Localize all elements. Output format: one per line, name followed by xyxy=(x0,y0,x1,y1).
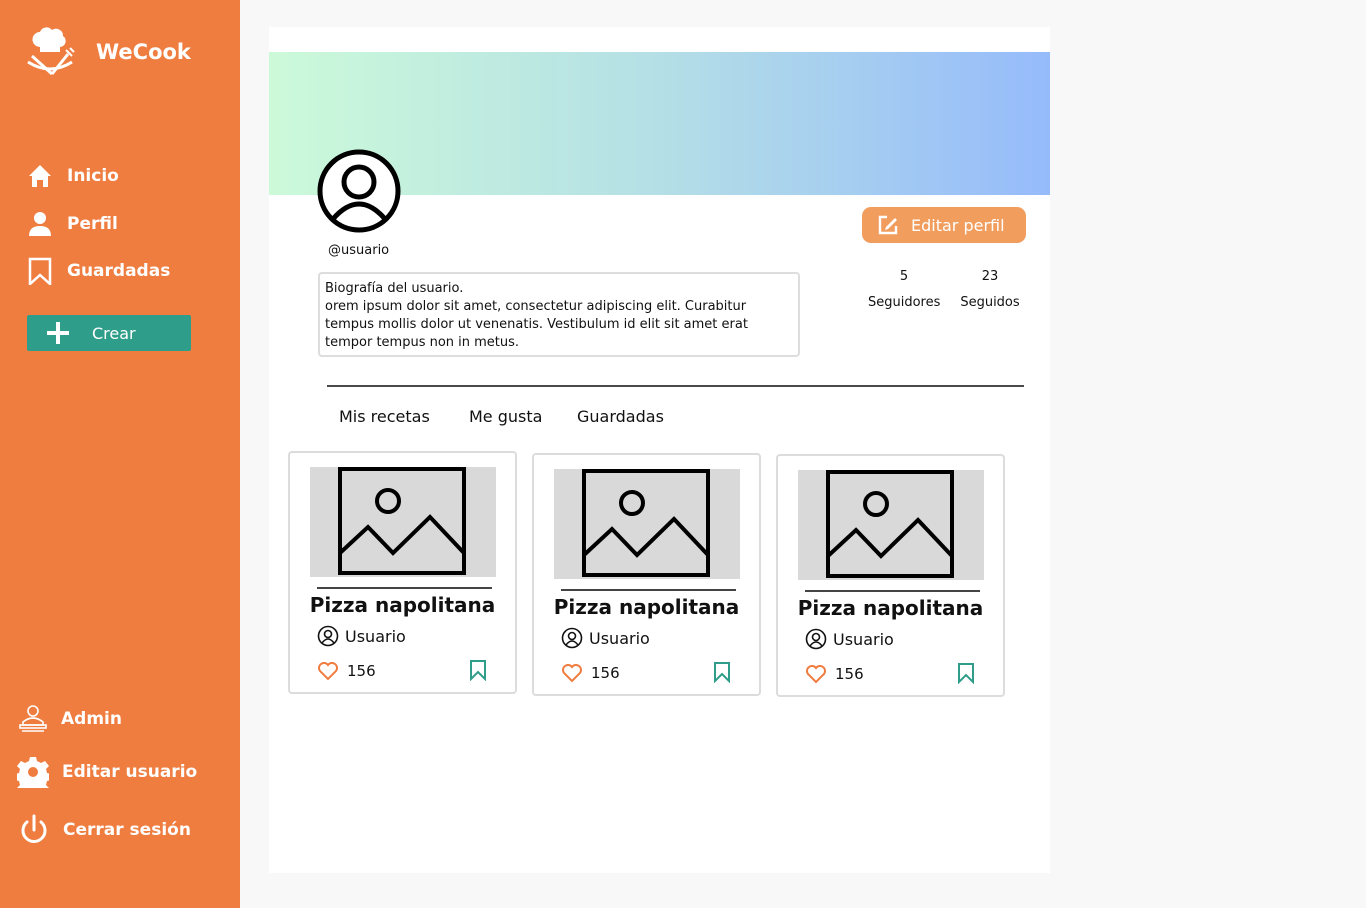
brand-logo[interactable]: WeCook xyxy=(24,26,191,78)
edit-profile-label: Editar perfil xyxy=(911,215,1005,235)
recipe-author-name: Usuario xyxy=(833,629,894,649)
chef-hat-utensils-icon xyxy=(27,27,75,76)
nav-item-logout[interactable]: Cerrar sesión xyxy=(18,814,191,846)
recipe-card[interactable]: Pizza napolitana Usuario 156 xyxy=(776,454,1005,697)
recipe-card[interactable]: Pizza napolitana Usuario 156 xyxy=(288,451,517,694)
user-circle-icon xyxy=(805,628,827,650)
card-divider xyxy=(561,589,736,591)
like-count: 156 xyxy=(835,665,864,683)
following-stat[interactable]: 23 Seguidos xyxy=(957,269,1023,310)
recipe-image xyxy=(554,469,740,579)
nav-label-admin: Admin xyxy=(61,709,122,729)
bookmark-icon[interactable] xyxy=(468,659,488,681)
card-divider xyxy=(805,590,980,592)
recipe-author[interactable]: Usuario xyxy=(561,627,650,649)
tab-likes[interactable]: Me gusta xyxy=(469,407,542,426)
following-label: Seguidos xyxy=(960,295,1020,310)
bookmark-icon xyxy=(28,257,52,285)
user-circle-icon xyxy=(317,625,339,647)
edit-icon xyxy=(878,215,898,235)
nav-item-edit-user[interactable]: Editar usuario xyxy=(17,756,197,788)
recipe-author[interactable]: Usuario xyxy=(317,625,406,647)
create-button-label: Crear xyxy=(92,323,136,343)
tabs-divider xyxy=(327,385,1024,387)
bio-text: orem ipsum dolor sit amet, consectetur a… xyxy=(325,299,748,350)
nav-label-home: Inicio xyxy=(67,166,119,186)
tab-saved[interactable]: Guardadas xyxy=(577,407,664,426)
followers-label: Seguidores xyxy=(868,295,941,310)
recipe-title: Pizza napolitana xyxy=(309,593,496,617)
followers-stat[interactable]: 5 Seguidores xyxy=(868,269,940,310)
nav-label-logout: Cerrar sesión xyxy=(63,820,191,840)
recipe-image xyxy=(310,467,496,577)
brand-name: WeCook xyxy=(96,40,191,64)
bookmark-icon[interactable] xyxy=(956,662,976,684)
sidebar: WeCook Inicio Perfil Guardadas Crear Adm… xyxy=(0,0,240,908)
recipe-author-name: Usuario xyxy=(345,626,406,646)
chef-admin-icon xyxy=(19,705,47,732)
following-count: 23 xyxy=(981,269,999,284)
recipe-author-name: Usuario xyxy=(589,628,650,648)
nav-label-saved: Guardadas xyxy=(67,261,171,281)
user-icon xyxy=(29,212,51,236)
followers-count: 5 xyxy=(899,269,909,284)
nav-item-home[interactable]: Inicio xyxy=(26,162,119,190)
like-button[interactable]: 156 xyxy=(561,662,620,684)
image-placeholder-icon xyxy=(338,467,466,575)
recipe-author[interactable]: Usuario xyxy=(805,628,894,650)
image-placeholder-icon xyxy=(826,470,954,578)
power-icon xyxy=(21,814,47,843)
like-button[interactable]: 156 xyxy=(317,660,376,682)
edit-profile-button[interactable]: Editar perfil xyxy=(862,207,1026,243)
bio-box: Biografía del usuario. orem ipsum dolor … xyxy=(318,272,800,357)
gear-icon xyxy=(17,757,49,788)
user-circle-icon xyxy=(561,627,583,649)
create-button[interactable]: Crear xyxy=(27,315,191,351)
recipe-card[interactable]: Pizza napolitana Usuario 156 xyxy=(532,453,761,696)
nav-item-admin[interactable]: Admin xyxy=(18,704,122,734)
tab-my-recipes[interactable]: Mis recetas xyxy=(339,407,430,426)
heart-icon xyxy=(562,664,582,683)
recipe-title: Pizza napolitana xyxy=(797,596,984,620)
like-count: 156 xyxy=(347,662,376,680)
nav-label-profile: Perfil xyxy=(67,214,118,234)
bookmark-icon[interactable] xyxy=(712,661,732,683)
nav-item-saved[interactable]: Guardadas xyxy=(26,257,170,285)
like-button[interactable]: 156 xyxy=(805,663,864,685)
card-divider xyxy=(317,587,492,589)
profile-handle: @usuario xyxy=(328,243,390,258)
recipe-title: Pizza napolitana xyxy=(553,595,740,619)
profile-avatar-icon[interactable] xyxy=(317,149,401,233)
bio-title: Biografía del usuario. xyxy=(325,281,464,296)
heart-icon xyxy=(806,665,826,684)
home-icon xyxy=(29,165,51,187)
heart-icon xyxy=(318,662,338,681)
image-placeholder-icon xyxy=(582,469,710,577)
nav-label-edit-user: Editar usuario xyxy=(62,762,198,782)
recipe-image xyxy=(798,470,984,580)
nav-item-profile[interactable]: Perfil xyxy=(26,210,118,238)
plus-icon xyxy=(47,322,69,344)
profile-panel: @usuario Biografía del usuario. orem ips… xyxy=(269,27,1050,873)
like-count: 156 xyxy=(591,664,620,682)
